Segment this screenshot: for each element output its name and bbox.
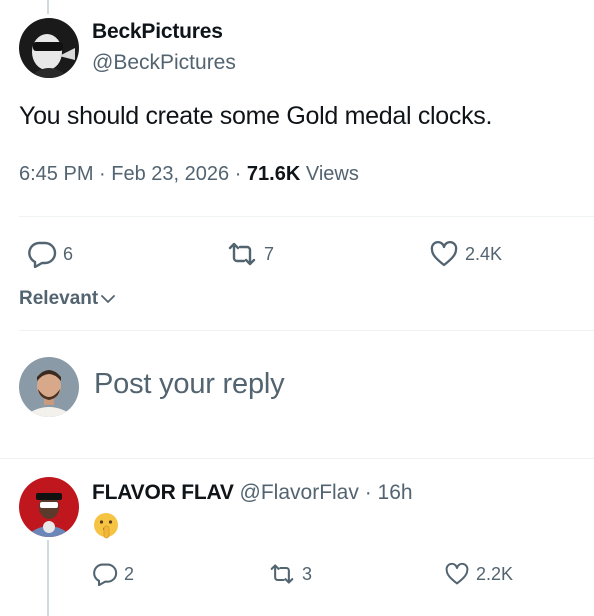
reply-button[interactable]: 6	[27, 240, 73, 268]
reply-repost-count: 3	[302, 563, 313, 584]
tweet-date[interactable]: Feb 23, 2026	[111, 163, 229, 185]
reply-author-name[interactable]: FLAVOR FLAV	[92, 481, 234, 504]
like-button[interactable]: 2.4K	[429, 240, 502, 268]
meta-separator: ·	[229, 163, 247, 185]
reply-author-handle[interactable]: @FlavorFlav	[240, 481, 359, 504]
repost-count: 7	[264, 243, 275, 264]
author-avatar[interactable]	[19, 18, 79, 78]
repost-button[interactable]: 7	[226, 240, 274, 268]
tweet-meta: 6:45 PM · Feb 23, 2026 · 71.6K Views	[19, 163, 359, 186]
chevron-down-icon	[101, 295, 116, 303]
current-user-avatar[interactable]	[19, 357, 79, 417]
repost-icon	[270, 564, 294, 584]
views-label: Views	[305, 163, 359, 185]
sort-dropdown[interactable]: Relevant	[19, 288, 116, 310]
author-handle[interactable]: @BeckPictures	[92, 51, 236, 75]
reply-icon	[28, 241, 57, 268]
reply-reply-button[interactable]: 2	[92, 562, 134, 586]
reply-repost-button[interactable]: 3	[268, 562, 312, 586]
divider	[0, 458, 594, 459]
views-count: 71.6K	[246, 163, 301, 185]
heart-icon	[445, 562, 469, 585]
thread-line-top	[47, 0, 49, 14]
divider	[19, 330, 594, 331]
reply-count: 6	[63, 243, 74, 264]
author-name[interactable]: BeckPictures	[92, 20, 223, 44]
reply-input[interactable]: Post your reply	[94, 368, 285, 401]
repost-icon	[228, 242, 256, 266]
meta-separator: ·	[358, 481, 378, 504]
reply-like-button[interactable]: 2.2K	[444, 562, 513, 586]
tweet-time[interactable]: 6:45 PM	[19, 163, 93, 185]
tweet-text: You should create some Gold medal clocks…	[19, 102, 493, 130]
reply-icon	[93, 563, 118, 586]
reply-like-count: 2.2K	[476, 563, 514, 584]
thread-line-bottom	[47, 540, 49, 616]
divider	[19, 216, 594, 217]
shushing-face-icon	[94, 513, 118, 539]
reply-header: FLAVOR FLAV @FlavorFlav · 16h	[92, 481, 413, 505]
heart-icon	[430, 241, 458, 267]
meta-separator: ·	[93, 163, 112, 185]
like-count: 2.4K	[465, 243, 503, 264]
sort-label: Relevant	[19, 288, 99, 309]
reply-time[interactable]: 16h	[378, 481, 413, 504]
reply-author-avatar[interactable]	[19, 477, 79, 537]
reply-reply-count: 2	[124, 563, 135, 584]
